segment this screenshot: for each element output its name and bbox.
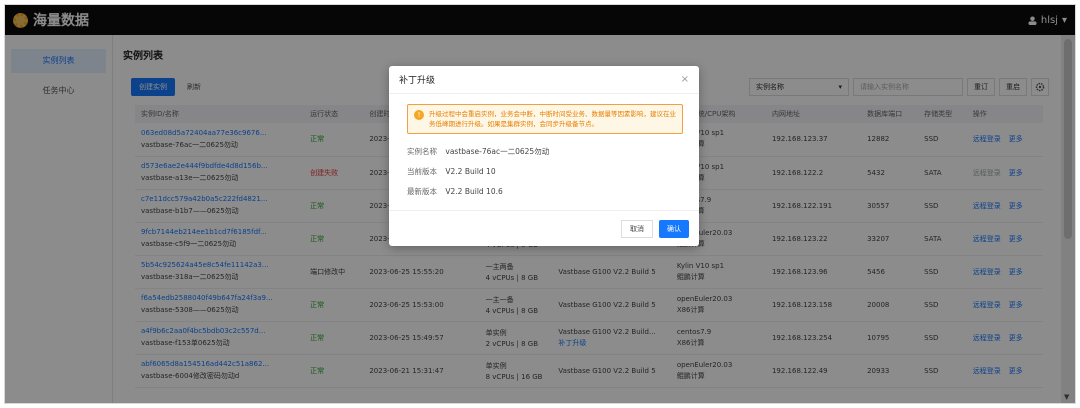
latest-version-label: 最新版本 [407, 187, 437, 196]
current-version-value: V2.2 Build 10 [445, 167, 496, 176]
dialog-title: 补丁升级 [399, 76, 436, 86]
latest-version-row: 最新版本 V2.2 Build 10.6 [407, 186, 503, 197]
app-window: 海量数据 hlsj ▾ 实例列表 任务中心 实例列表 创建实例 刷新 实例名称 … [4, 4, 1076, 404]
warning-text: 升级过程中会重启实例，业务会中断，中断时间受业务、数据量等因素影响，建议在业务低… [429, 110, 676, 128]
confirm-button[interactable]: 确认 [659, 219, 689, 238]
close-icon[interactable]: × [681, 74, 689, 85]
patch-upgrade-dialog: 补丁升级 × ! 升级过程中会重启实例，业务会中断，中断时间受业务、数据量等因素… [389, 66, 699, 246]
dialog-footer: 取消 确认 [389, 210, 699, 246]
current-version-row: 当前版本 V2.2 Build 10 [407, 166, 496, 177]
instance-name-value: vastbase-76ac一二0625勿动 [445, 147, 550, 156]
cancel-button[interactable]: 取消 [621, 219, 653, 238]
instance-name-label: 实例名称 [407, 147, 437, 156]
instance-name-row: 实例名称 vastbase-76ac一二0625勿动 [407, 146, 549, 157]
warning-banner: ! 升级过程中会重启实例，业务会中断，中断时间受业务、数据量等因素影响，建议在业… [407, 104, 683, 134]
dialog-header: 补丁升级 × [389, 66, 699, 94]
latest-version-value: V2.2 Build 10.6 [445, 187, 503, 196]
warning-icon: ! [414, 110, 424, 120]
current-version-label: 当前版本 [407, 167, 437, 176]
